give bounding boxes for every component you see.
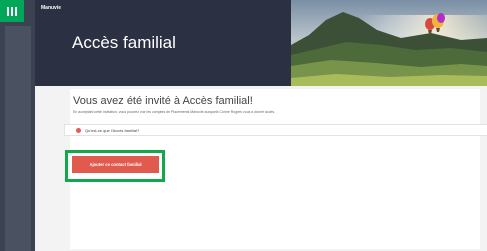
brand-label: Manuvie [41, 5, 62, 11]
page-header: Manuvie Accès familial [35, 0, 487, 86]
sidebar-panel [5, 26, 31, 251]
invite-description: En acceptant cette invitation, vous pour… [73, 110, 276, 114]
logo[interactable] [0, 0, 24, 22]
left-rail [0, 0, 35, 251]
hero-landscape-image [291, 0, 487, 86]
faq-row[interactable]: Qu'est-ce que l'Accès familial? [64, 124, 487, 136]
faq-label: Qu'est-ce que l'Accès familial? [85, 127, 140, 133]
page-title: Accès familial [72, 33, 176, 52]
info-circle-icon [76, 127, 81, 133]
invite-title: Vous avez été invité à Accès familial! [73, 95, 253, 107]
add-contact-button[interactable]: Ajouter ce contact familial [72, 156, 159, 173]
manulife-bars-logo-icon [7, 6, 17, 16]
